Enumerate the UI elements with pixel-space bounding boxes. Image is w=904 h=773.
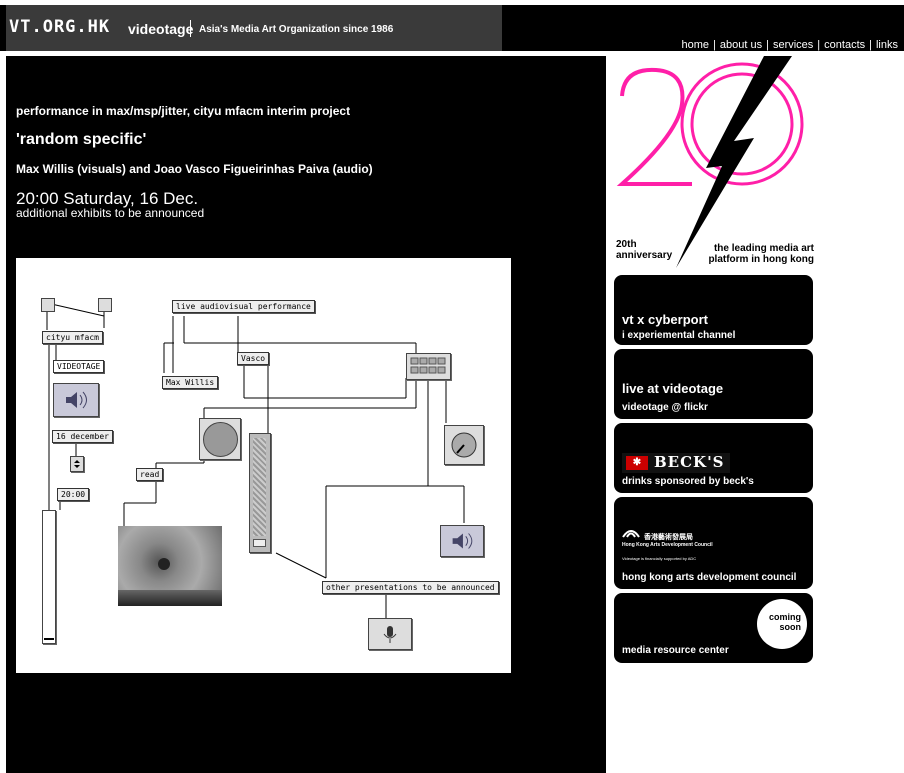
- patch-object-live: live audiovisual performance: [172, 300, 315, 313]
- card-title: live at videotage: [622, 381, 724, 396]
- patch-object-videotage: VIDEOTAGE: [53, 360, 105, 373]
- anniversary-label-line: anniversary: [616, 250, 673, 261]
- hkadc-logo-icon: [622, 523, 640, 539]
- hkadc-logo-chinese: 香港藝術發展局: [644, 534, 693, 541]
- becks-key-icon: ✱: [626, 456, 648, 470]
- nav-separator: |: [713, 39, 716, 51]
- nav-separator: |: [766, 39, 769, 51]
- anniversary-logo[interactable]: 20th anniversary the leading media art p…: [614, 56, 814, 271]
- event-project: performance in max/msp/jitter, cityu mfa…: [16, 104, 351, 118]
- top-nav: home | about us | services | contacts | links: [682, 39, 899, 51]
- matrix-grid-icon: [406, 353, 451, 380]
- video-thumbnail: [118, 526, 222, 606]
- coming-soon-line: coming: [768, 612, 801, 622]
- card-live-at-videotage[interactable]: live at videotage videotage @ flickr: [614, 349, 813, 419]
- event-artists: Max Willis (visuals) and Joao Vasco Figu…: [16, 162, 373, 176]
- site-logo[interactable]: VT.ORG.HK: [9, 17, 110, 37]
- nav-links[interactable]: links: [876, 39, 898, 51]
- card-hkadc[interactable]: 香港藝術發展局 Hong Kong Arts Development Counc…: [614, 497, 813, 589]
- card-media-resource-center[interactable]: coming soon media resource center: [614, 593, 813, 663]
- speaker-icon: [440, 525, 484, 557]
- microphone-icon: [368, 618, 412, 650]
- patch-object-cityu: cityu mfacm: [42, 331, 103, 344]
- speaker-icon: [53, 383, 99, 417]
- dial-knob-icon: [444, 425, 484, 465]
- nav-home[interactable]: home: [682, 39, 710, 51]
- nav-contacts[interactable]: contacts: [824, 39, 865, 51]
- patch-toggle-right: [98, 298, 112, 312]
- patch-toggle-left: [41, 298, 55, 312]
- card-subtitle: videotage @ flickr: [622, 402, 708, 413]
- card-subtitle: i experiemental channel: [622, 330, 736, 341]
- patch-object-vasco: Vasco: [237, 352, 270, 365]
- anniversary-slogan: the leading media art platform in hong k…: [708, 243, 814, 265]
- card-becks[interactable]: ✱ BECK'S drinks sponsored by beck's: [614, 423, 813, 493]
- anniversary-label: 20th anniversary: [616, 239, 672, 261]
- card-subtitle: hong kong arts development council: [622, 572, 797, 583]
- card-subtitle: media resource center: [622, 645, 729, 656]
- patch-object-max: Max Willis: [162, 376, 219, 389]
- brand-tagline: Asia's Media Art Organization since 1986: [199, 24, 394, 35]
- sidebar: 20th anniversary the leading media art p…: [614, 56, 814, 666]
- brand-name: videotage: [128, 21, 194, 37]
- anniversary-label-line: 20th: [616, 239, 637, 250]
- card-title: vt x cyberport: [622, 312, 708, 327]
- becks-logo: ✱ BECK'S: [622, 453, 730, 473]
- gain-slider: [249, 433, 271, 553]
- anniversary-slogan-line: the leading media art: [713, 243, 814, 254]
- patch-object-time: 20:00: [57, 488, 90, 501]
- max-patch-image: cityu mfacm VIDEOTAGE 16 december 20:00 …: [16, 258, 511, 673]
- vertical-slider: [42, 510, 56, 644]
- coming-soon-badge: coming soon: [757, 599, 807, 649]
- hkadc-logo-english: Hong Kong Arts Development Council: [622, 542, 713, 548]
- patch-object-other: other presentations to be announced: [322, 581, 499, 594]
- event-title: 'random specific': [16, 131, 147, 148]
- patch-object-read: read: [136, 468, 164, 481]
- nav-services[interactable]: services: [773, 39, 813, 51]
- nav-separator: |: [817, 39, 821, 51]
- stepper-icon: [70, 456, 84, 472]
- coming-soon-line: soon: [779, 622, 802, 632]
- nav-separator: |: [869, 39, 872, 51]
- brand-divider: [190, 20, 191, 37]
- patch-object-date: 16 december: [52, 430, 113, 443]
- becks-logo-text: BECK'S: [654, 453, 725, 471]
- anniversary-slogan-line: platform in hong kong: [708, 254, 814, 265]
- hkadc-funding-note: Videotage is financially supported by AD…: [622, 556, 697, 561]
- main-content: performance in max/msp/jitter, cityu mfa…: [6, 56, 606, 773]
- nav-about-us[interactable]: about us: [720, 39, 762, 51]
- card-cyberport[interactable]: vt x cyberport i experiemental channel: [614, 275, 813, 345]
- bang-button-icon: [199, 418, 241, 460]
- card-subtitle: drinks sponsored by beck's: [622, 476, 754, 487]
- event-extra-info: additional exhibits to be announced: [16, 206, 205, 220]
